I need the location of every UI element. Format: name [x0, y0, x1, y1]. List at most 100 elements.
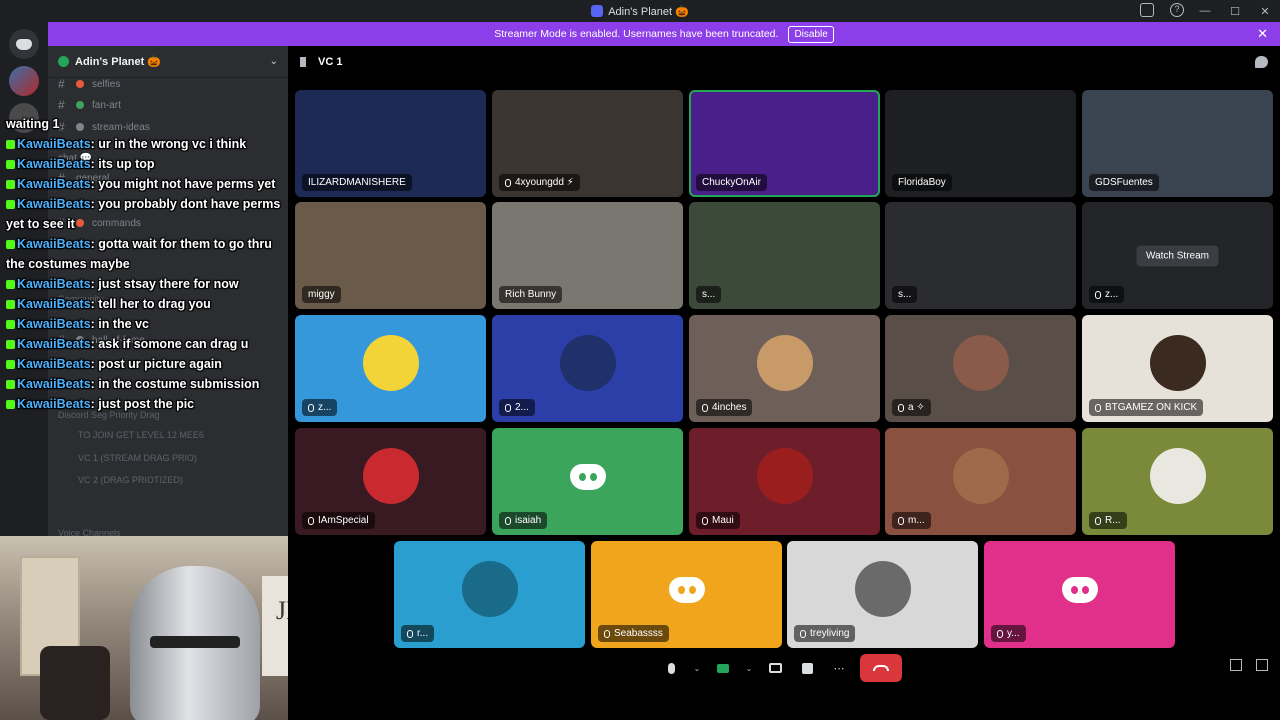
participant-tile[interactable]: isaiah	[492, 428, 683, 535]
trophy-icon	[76, 336, 84, 344]
commands-icon	[76, 219, 84, 227]
pop-out-icon[interactable]	[1230, 659, 1242, 671]
screen-share-button[interactable]	[764, 657, 786, 679]
hash-icon: #	[58, 98, 65, 112]
maximize-button[interactable]: ☐	[1220, 5, 1250, 18]
palette-icon	[76, 101, 84, 109]
close-icon[interactable]: ✕	[1257, 26, 1268, 42]
voice-item-vc1[interactable]: VC 1 (STREAM DRAG PRIO)	[78, 453, 197, 463]
server-icon	[591, 5, 604, 17]
chat-bubble-icon[interactable]	[1255, 56, 1268, 68]
watch-stream-button[interactable]: Watch Stream	[1136, 245, 1219, 266]
muted-mic-icon	[505, 516, 511, 525]
participant-tile[interactable]: Seabassss	[591, 541, 782, 648]
activities-button[interactable]	[796, 657, 818, 679]
disconnect-button[interactable]	[860, 654, 902, 682]
inbox-icon[interactable]	[1140, 3, 1154, 17]
voice-channel-name: VC 1	[318, 56, 343, 68]
channel-fan-art[interactable]: # fan-art	[58, 97, 121, 113]
discord-home-icon[interactable]	[9, 29, 39, 59]
participant-name: ChuckyOnAir	[702, 177, 761, 188]
participant-name: R...	[1105, 515, 1121, 526]
user-avatar	[1149, 334, 1206, 391]
muted-mic-icon	[308, 403, 314, 412]
user-avatar	[362, 334, 419, 391]
help-icon[interactable]: ?	[1170, 3, 1184, 17]
participant-tile[interactable]: s...	[885, 202, 1076, 309]
channel-stream-ideas[interactable]: # stream-ideas	[58, 119, 150, 135]
channel-hall-of-fame[interactable]: # hall-of-fame	[58, 332, 145, 348]
participant-name-tag: 4xyoungdd ⚡	[499, 174, 580, 191]
participant-tile[interactable]: m...	[885, 428, 1076, 535]
channel-selfies[interactable]: # selfies	[58, 76, 120, 92]
more-options-button[interactable]: ⋯	[828, 657, 850, 679]
channel-sidebar: Adin's Planet 🎃 ⌄ # selfies # fan-art # str…	[48, 46, 288, 536]
user-avatar	[362, 447, 419, 504]
participant-tile[interactable]: Watch Stream z...	[1082, 202, 1273, 309]
participant-tile[interactable]: Rich Bunny	[492, 202, 683, 309]
participant-tile[interactable]: 4xyoungdd ⚡	[492, 90, 683, 197]
channel-commands[interactable]: # commands	[58, 215, 141, 231]
channel-general[interactable]: # general	[58, 170, 109, 186]
microphone-button[interactable]	[660, 657, 682, 679]
participant-tile[interactable]: FloridaBoy	[885, 90, 1076, 197]
close-window-button[interactable]: ✕	[1250, 5, 1280, 18]
participant-tile[interactable]: a ✧	[885, 315, 1076, 422]
participant-name-tag: Rich Bunny	[499, 286, 563, 303]
chevron-down-icon[interactable]: ⌄	[270, 56, 278, 67]
participant-tile[interactable]: Maui	[689, 428, 880, 535]
participant-tile[interactable]: miggy	[295, 202, 486, 309]
participant-name: 4inches	[712, 402, 747, 413]
user-avatar	[1149, 447, 1206, 504]
muted-mic-icon	[1095, 403, 1101, 412]
camera-options-chevron-icon[interactable]: ⌄	[744, 657, 754, 679]
server-icon-adins-planet[interactable]	[9, 66, 39, 96]
server-name: Adin's Planet 🎃	[75, 56, 161, 68]
participant-tile[interactable]: GDSFuentes	[1082, 90, 1273, 197]
participant-name: ILIZARDMANISHERE	[308, 177, 406, 188]
speaker-icon	[300, 57, 310, 67]
window-title-text: Adin's Planet 🎃	[608, 5, 689, 18]
minimize-button[interactable]: —	[1190, 5, 1220, 17]
participant-tile[interactable]: r...	[394, 541, 585, 648]
participant-tile[interactable]: R...	[1082, 428, 1273, 535]
participant-tile[interactable]: ILIZARDMANISHERE	[295, 90, 486, 197]
server-header[interactable]: Adin's Planet 🎃 ⌄	[48, 46, 288, 78]
user-avatar	[756, 447, 813, 504]
participant-tile[interactable]: 4inches	[689, 315, 880, 422]
participant-tile[interactable]: ChuckyOnAir	[689, 90, 880, 197]
hash-icon: #	[58, 77, 65, 91]
channel-label: selfies	[92, 78, 121, 90]
voice-item-vc2[interactable]: VC 2 (DRAG PRIOTIZED)	[78, 475, 183, 485]
participant-name: Maui	[712, 515, 734, 526]
disable-streamer-mode-button[interactable]: Disable	[788, 25, 834, 43]
fullscreen-icon[interactable]	[1256, 659, 1268, 671]
participant-tile[interactable]: s...	[689, 202, 880, 309]
participant-tile[interactable]: 2...	[492, 315, 683, 422]
category-drag-priority[interactable]: Discord Seg Priority Drag	[58, 410, 160, 420]
participant-name: Seabassss	[614, 628, 663, 639]
muted-mic-icon	[604, 629, 610, 638]
voice-item-level[interactable]: TO JOIN GET LEVEL 12 MEE6	[78, 430, 204, 440]
participant-tile[interactable]: treyliving	[787, 541, 978, 648]
participant-tile[interactable]: IAmSpecial	[295, 428, 486, 535]
participant-name: z...	[318, 402, 332, 413]
participant-name-tag: IAmSpecial	[302, 512, 375, 529]
category-community[interactable]: Community	[58, 294, 104, 304]
mic-options-chevron-icon[interactable]: ⌄	[692, 657, 702, 679]
category-voice-channels[interactable]: Voice Channels	[58, 528, 121, 536]
camera-button[interactable]	[712, 657, 734, 679]
participant-tile[interactable]: y...	[984, 541, 1175, 648]
channel-chat[interactable]: chat 💬	[58, 150, 92, 166]
muted-mic-icon	[407, 629, 413, 638]
discord-default-avatar-icon	[668, 576, 705, 603]
participant-name-tag: m...	[892, 512, 931, 529]
participant-tile[interactable]: z...	[295, 315, 486, 422]
participant-tile[interactable]: BTGAMEZ ON KICK	[1082, 315, 1273, 422]
participant-name: z...	[1105, 289, 1119, 300]
webcam-microphone	[40, 646, 110, 720]
server-icon[interactable]	[9, 103, 39, 133]
participant-name: a ✧	[908, 402, 925, 413]
microphone-icon	[667, 662, 675, 674]
hash-icon: #	[58, 171, 65, 185]
